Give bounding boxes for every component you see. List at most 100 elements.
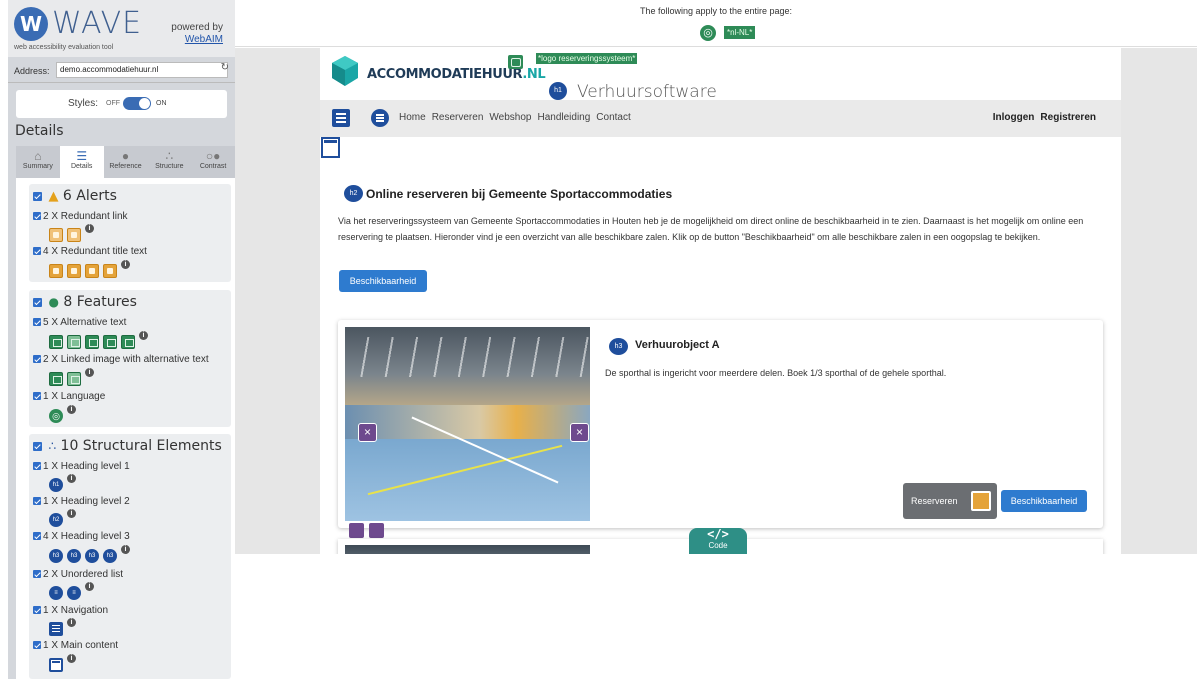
redundant-link-checkbox[interactable] xyxy=(33,212,41,221)
redundant-link-icon[interactable] xyxy=(971,491,991,511)
alt-text-icon[interactable] xyxy=(103,334,117,349)
redundant-title-checkbox[interactable] xyxy=(33,247,41,256)
heading3-checkbox[interactable] xyxy=(33,532,41,541)
styles-toggle[interactable] xyxy=(123,97,151,110)
redundant-title-icon[interactable] xyxy=(358,423,377,442)
info-icon[interactable]: i xyxy=(85,368,94,377)
redundant-title-icon[interactable] xyxy=(369,523,384,538)
heading2-icon[interactable]: h2 xyxy=(344,185,363,202)
linked-image-icon[interactable] xyxy=(49,371,63,386)
info-icon[interactable]: i xyxy=(85,224,94,233)
unordered-list-item[interactable]: 2 X Unordered list xyxy=(33,569,123,580)
language-checkbox[interactable] xyxy=(33,392,41,401)
nav-link-contact[interactable]: Contact xyxy=(596,112,630,123)
main-content-icon[interactable] xyxy=(321,137,340,158)
alt-text-icon[interactable] xyxy=(85,334,99,349)
redundant-title-icon[interactable] xyxy=(103,263,117,278)
heading3-item[interactable]: 4 X Heading level 3 xyxy=(33,531,130,542)
heading1-item[interactable]: 1 X Heading level 1 xyxy=(33,461,130,472)
reserveren-button[interactable]: Reserveren xyxy=(903,483,997,519)
heading2-item[interactable]: 1 X Heading level 2 xyxy=(33,496,130,507)
info-icon[interactable]: i xyxy=(67,654,76,663)
logo-mark-icon[interactable] xyxy=(332,56,358,86)
tab-summary[interactable]: ⌂ Summary xyxy=(16,146,60,178)
info-icon[interactable]: i xyxy=(121,260,130,269)
structure-heading[interactable]: ∴ 10 Structural Elements xyxy=(33,438,222,454)
info-icon[interactable]: i xyxy=(67,618,76,627)
navigation-item[interactable]: 1 X Navigation xyxy=(33,605,108,616)
code-toggle-button[interactable]: </> Code xyxy=(689,528,747,554)
tab-reference[interactable]: ● Reference xyxy=(103,146,148,178)
nav-link-reserveren[interactable]: Reserveren xyxy=(432,112,484,123)
tab-contrast[interactable]: ○● Contrast xyxy=(191,146,235,178)
heading1-checkbox[interactable] xyxy=(33,462,41,471)
main-content-item[interactable]: 1 X Main content xyxy=(33,640,118,651)
alerts-heading[interactable]: ▲ 6 Alerts xyxy=(33,188,117,204)
beschikbaarheid-button[interactable]: Beschikbaarheid xyxy=(339,270,427,292)
heading2-icon[interactable]: h2 xyxy=(49,512,63,527)
redundant-link-item[interactable]: 2 X Redundant link xyxy=(33,211,128,222)
globe-icon[interactable]: ◎ xyxy=(700,25,716,41)
alt-text-icon[interactable] xyxy=(121,334,135,349)
nav-link-home[interactable]: Home xyxy=(399,112,426,123)
structure-checkbox[interactable] xyxy=(33,441,42,451)
redundant-title-icon[interactable] xyxy=(85,263,99,278)
navigation-checkbox[interactable] xyxy=(33,606,41,615)
nav-link-webshop[interactable]: Webshop xyxy=(489,112,531,123)
features-heading[interactable]: ● 8 Features xyxy=(33,294,137,310)
redundant-title-icon[interactable] xyxy=(67,263,81,278)
alt-text-checkbox[interactable] xyxy=(33,318,41,327)
info-icon[interactable]: i xyxy=(139,331,148,340)
alt-text-item[interactable]: 5 X Alternative text xyxy=(33,317,126,328)
address-input[interactable]: demo.accommodatiehuur.nl xyxy=(56,62,228,78)
structure-section: ∴ 10 Structural Elements 1 X Heading lev… xyxy=(29,434,231,679)
redundant-title-icon[interactable] xyxy=(349,523,364,538)
features-checkbox[interactable] xyxy=(33,297,42,307)
heading3-icon[interactable]: h3 xyxy=(67,548,81,563)
heading3-icon[interactable]: h3 xyxy=(609,338,628,355)
alt-text-icon[interactable] xyxy=(508,55,523,69)
info-icon[interactable]: i xyxy=(67,509,76,518)
main-content-icon[interactable] xyxy=(49,657,63,672)
unordered-list-checkbox[interactable] xyxy=(33,570,41,579)
heading3-icon[interactable]: h3 xyxy=(85,548,99,563)
info-icon[interactable]: i xyxy=(67,405,76,414)
main-content-checkbox[interactable] xyxy=(33,641,41,650)
language-item[interactable]: 1 X Language xyxy=(33,391,105,402)
navigation-icon[interactable] xyxy=(332,109,350,127)
alt-text-icon[interactable] xyxy=(67,334,81,349)
site-logo-text[interactable]: ACCOMMODATIEHUUR.NL xyxy=(367,67,546,82)
redundant-title-icon[interactable] xyxy=(49,263,63,278)
heading2-checkbox[interactable] xyxy=(33,497,41,506)
nav-link-handleiding[interactable]: Handleiding xyxy=(537,112,590,123)
redundant-title-item[interactable]: 4 X Redundant title text xyxy=(33,246,147,257)
alt-text-icon[interactable] xyxy=(49,334,63,349)
redundant-link-icon[interactable] xyxy=(49,227,63,242)
reload-icon[interactable]: ↻ xyxy=(221,62,229,73)
login-link[interactable]: Inloggen xyxy=(993,112,1035,123)
page-wide-message: The following apply to the entire page: xyxy=(639,6,793,16)
register-link[interactable]: Registreren xyxy=(1040,112,1096,123)
alerts-checkbox[interactable] xyxy=(33,191,42,201)
linked-image-checkbox[interactable] xyxy=(33,355,41,364)
heading1-icon[interactable]: h1 xyxy=(549,82,567,100)
unordered-list-icon[interactable]: ≡ xyxy=(49,585,63,600)
globe-icon[interactable]: ◎ xyxy=(49,408,63,423)
navigation-icon[interactable] xyxy=(49,621,63,636)
heading3-icon[interactable]: h3 xyxy=(103,548,117,563)
heading3-icon[interactable]: h3 xyxy=(49,548,63,563)
tab-details[interactable]: ☰ Details xyxy=(59,146,104,178)
info-icon[interactable]: i xyxy=(121,545,130,554)
unordered-list-icon[interactable]: ≡ xyxy=(67,585,81,600)
redundant-link-icon[interactable] xyxy=(67,227,81,242)
linked-image-item[interactable]: 2 X Linked image with alternative text xyxy=(33,354,209,365)
heading1-icon[interactable]: h1 xyxy=(49,477,63,492)
info-icon[interactable]: i xyxy=(85,582,94,591)
tab-structure[interactable]: ∴ Structure xyxy=(147,146,192,178)
linked-image-icon[interactable] xyxy=(67,371,81,386)
webaim-link[interactable]: WebAIM xyxy=(185,34,223,45)
card-beschikbaarheid-button[interactable]: Beschikbaarheid xyxy=(1001,490,1087,512)
unordered-list-icon[interactable] xyxy=(371,109,389,127)
info-icon[interactable]: i xyxy=(67,474,76,483)
redundant-title-icon[interactable] xyxy=(570,423,589,442)
